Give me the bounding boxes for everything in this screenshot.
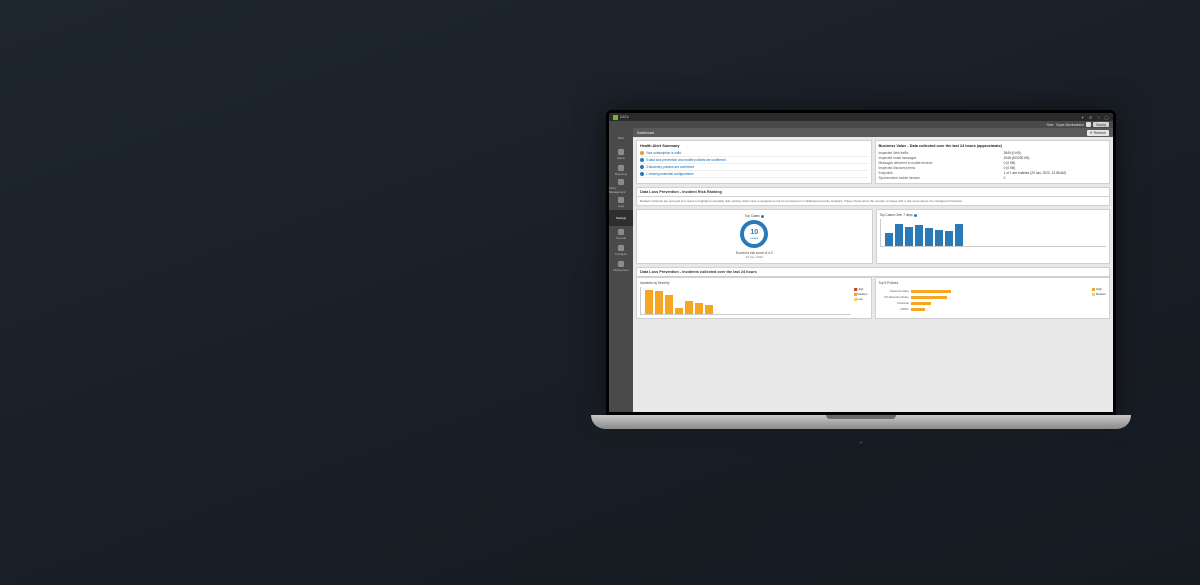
- sidebar-item-main[interactable]: Main: [609, 130, 633, 146]
- page-title: Dashboard: [637, 131, 654, 135]
- sidebar: Main Status Reporting Policy Management …: [609, 128, 633, 412]
- user-icon[interactable]: ◯: [1104, 115, 1109, 120]
- policy-icon: [618, 179, 624, 185]
- brand-logo: [613, 115, 618, 120]
- refresh-button[interactable]: ⟳ Refresh: [1087, 130, 1109, 136]
- bar-chart-7days: [880, 219, 1107, 247]
- role-selector[interactable]: [1086, 122, 1091, 127]
- info-icon[interactable]: i: [761, 215, 764, 218]
- topbar: DATA ✦ ⚙ ? ◯: [609, 113, 1113, 121]
- deploy-button[interactable]: Deploy: [1093, 122, 1109, 127]
- alert-row[interactable]: Your subscription is valid: [640, 150, 868, 157]
- alert-row[interactable]: 1 missing essential configurations: [640, 171, 868, 178]
- sidebar-item-configure[interactable]: Configure: [609, 242, 633, 258]
- mail-icon: [640, 151, 644, 155]
- sidebar-item-general[interactable]: General: [609, 226, 633, 242]
- sidebar-item-policy[interactable]: Policy Management: [609, 178, 633, 194]
- health-title: Health Alert Summary: [640, 144, 868, 148]
- reporting-icon: [618, 165, 624, 171]
- info-icon: [640, 165, 644, 169]
- role-label: Role:: [1047, 123, 1054, 127]
- screen-bezel: DATA ✦ ⚙ ? ◯ Role: Super Administrator D…: [606, 110, 1116, 415]
- sidebar-item-logs[interactable]: Logs: [609, 194, 633, 210]
- info-icon: [640, 172, 644, 176]
- info-icon[interactable]: i: [914, 214, 917, 217]
- sidebar-item-settings[interactable]: Settings: [609, 210, 633, 226]
- sidebar-item-reporting[interactable]: Reporting: [609, 162, 633, 178]
- cases-gauge: 10 cases: [740, 220, 768, 248]
- policies-card: Top 5 Policies Customer DataPII Detectio…: [875, 277, 1111, 319]
- breadcrumb: Dashboard ⟳ Refresh: [633, 128, 1113, 137]
- bar-chart-severity: [640, 287, 851, 315]
- policies-legend: High Medium: [1092, 287, 1106, 313]
- deployment-icon: [618, 261, 624, 267]
- configure-icon: [618, 245, 624, 251]
- general-icon: [618, 229, 624, 235]
- health-panel: Health Alert Summary Your subscription i…: [636, 140, 872, 184]
- settings-icon[interactable]: ⚙: [1088, 115, 1093, 120]
- logs-icon: [618, 197, 624, 203]
- role-value: Super Administrator: [1056, 123, 1084, 127]
- alert-row[interactable]: 3 discovery policies are confirmed: [640, 164, 868, 171]
- dlp-title: Data Loss Prevention - Incident Risk Ran…: [636, 187, 1110, 197]
- severity-legend: High Medium Low: [854, 287, 868, 315]
- top-cases-7days-card: Top Cases Over 7 daysi: [876, 209, 1111, 264]
- sidebar-item-deployment[interactable]: Deployment: [609, 258, 633, 274]
- refresh-icon: ⟳: [1090, 131, 1093, 135]
- webcam: [860, 441, 863, 444]
- business-value-panel: Business Value - Data collected over the…: [875, 140, 1111, 184]
- help-icon[interactable]: ?: [1096, 115, 1101, 120]
- alert-row[interactable]: 5 data loss prevention and mobile polici…: [640, 157, 868, 164]
- laptop-base: [591, 415, 1131, 429]
- app-screen: DATA ✦ ⚙ ? ◯ Role: Super Administrator D…: [609, 113, 1113, 412]
- rolebar: Role: Super Administrator Deploy: [609, 121, 1113, 128]
- top-cases-card: Top Casesi 10 cases Exceed a risk score …: [636, 209, 873, 264]
- content-area: Dashboard ⟳ Refresh Health Alert Summary…: [633, 128, 1113, 412]
- brand-name: DATA: [620, 115, 629, 119]
- dlp-subtitle: Related incidents are grouped into cases…: [636, 197, 1110, 206]
- hbar-chart-policies: Customer DataPII Detection RulesFinancia…: [879, 287, 1090, 313]
- dlp24-title: Data Loss Prevention - Incidents collect…: [636, 267, 1110, 277]
- biz-title: Business Value - Data collected over the…: [879, 144, 1107, 148]
- sidebar-item-status[interactable]: Status: [609, 146, 633, 162]
- status-icon: [618, 149, 624, 155]
- notifications-icon[interactable]: ✦: [1080, 115, 1085, 120]
- severity-card: Incidents by Severity High Medium Low: [636, 277, 872, 319]
- laptop-frame: DATA ✦ ⚙ ? ◯ Role: Super Administrator D…: [606, 110, 1116, 450]
- info-icon: [640, 158, 644, 162]
